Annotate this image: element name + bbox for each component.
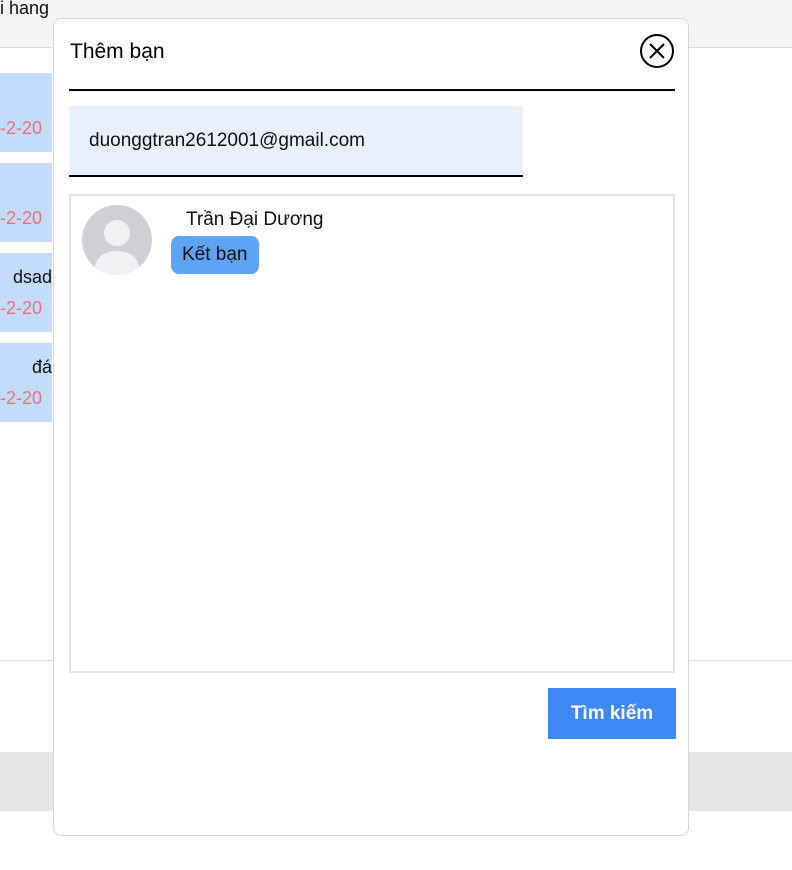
list-item: Trần Đại Dương Kết bạn: [71, 196, 673, 286]
background-item-date: -2-20: [0, 298, 43, 318]
default-user-avatar-icon: [82, 205, 152, 275]
background-item-text: đá: [31, 357, 52, 377]
add-friend-button[interactable]: Kết bạn: [171, 236, 259, 274]
background-item-date: -2-20: [0, 118, 43, 138]
add-friend-modal: Thêm bạn Trần Đại Dương Kết bạn Tìm kiếm: [53, 18, 689, 836]
background-item-date: -2-20: [0, 208, 43, 228]
close-icon[interactable]: [640, 34, 674, 68]
background-list-item[interactable]: đá -2-20: [0, 343, 52, 422]
header-divider: [69, 89, 675, 91]
background-list-item[interactable]: dsad -2-20: [0, 253, 52, 332]
background-list-item[interactable]: -2-20: [0, 73, 52, 152]
background-topbar-text: i hang: [0, 0, 50, 18]
result-user-name: Trần Đại Dương: [186, 209, 324, 230]
search-button[interactable]: Tìm kiếm: [548, 688, 676, 739]
search-results-list: Trần Đại Dương Kết bạn: [69, 194, 675, 673]
email-search-input[interactable]: [69, 106, 523, 177]
background-item-text: dsad: [12, 267, 52, 287]
background-list-item[interactable]: -2-20: [0, 163, 52, 242]
modal-title: Thêm bạn: [70, 40, 165, 63]
background-item-date: -2-20: [0, 388, 43, 408]
